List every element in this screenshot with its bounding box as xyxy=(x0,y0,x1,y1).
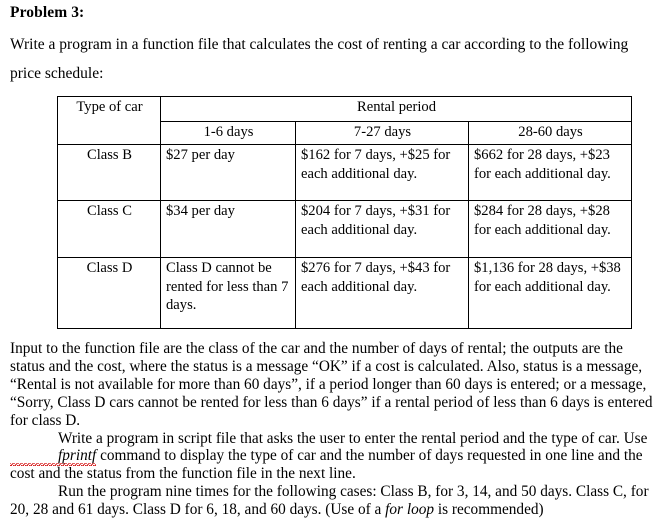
cell-class-d-type: Class D xyxy=(57,257,161,329)
cell-class-c-28-60-days: $284 for 28 days, +$28 for each addition… xyxy=(467,200,633,258)
body-text-block: Input to the function file are the class… xyxy=(10,340,655,519)
body-paragraph-2-part2: command to display the type of car and t… xyxy=(10,447,643,483)
table-subheader-28-60-days: 28-60 days xyxy=(467,121,633,145)
cell-class-b-28-60-days: $662 for 28 days, +$23 for each addition… xyxy=(467,144,633,201)
body-paragraph-3-part1: Run the program nine times for the follo… xyxy=(10,483,649,519)
table-subheader-7-27-days: 7-27 days xyxy=(295,121,469,145)
body-paragraph-2: Write a program in script file that asks… xyxy=(10,430,655,484)
cell-class-b-type: Class B xyxy=(57,144,161,201)
body-paragraph-2-part1: Write a program in script file that asks… xyxy=(58,429,648,447)
cell-class-b-7-27-days: $162 for 7 days, +$25 for each additiona… xyxy=(295,144,469,201)
table-header-row-main: Type of car Rental period xyxy=(57,96,633,145)
cell-class-c-7-27-days: $204 for 7 days, +$31 for each additiona… xyxy=(295,200,469,258)
document-page: Problem 3: Write a program in a function… xyxy=(0,4,662,532)
rental-price-table-wrapper: Type of car Rental period 1-6 days 7-27 … xyxy=(57,96,633,329)
table-header-type-of-car: Type of car xyxy=(57,96,161,145)
rental-price-table: Type of car Rental period 1-6 days 7-27 … xyxy=(57,96,633,329)
body-paragraph-3: Run the program nine times for the follo… xyxy=(10,483,655,519)
table-subheader-1-6-days: 1-6 days xyxy=(160,121,296,145)
body-paragraph-1: Input to the function file are the class… xyxy=(10,340,653,429)
intro-paragraph: Write a program in a function file that … xyxy=(10,36,629,82)
cell-class-c-type: Class C xyxy=(57,200,161,258)
table-row: Class B $27 per day $162 for 7 days, +$2… xyxy=(57,144,633,201)
cell-class-c-1-6-days: $34 per day xyxy=(160,200,296,258)
for-loop-italic-term: for loop xyxy=(385,501,435,519)
table-header-rental-period: Rental period xyxy=(159,96,633,122)
fprintf-misspelled-word: fprintf xyxy=(10,447,97,467)
page-title: Problem 3: xyxy=(10,4,85,21)
cell-class-d-28-60-days: $1,136 for 28 days, +$38 for each additi… xyxy=(467,257,633,329)
cell-class-b-1-6-days: $27 per day xyxy=(160,144,296,201)
cell-class-d-1-6-days: Class D cannot be rented for less than 7… xyxy=(160,257,296,329)
cell-class-d-7-27-days: $276 for 7 days, +$43 for each additiona… xyxy=(295,257,469,329)
table-row: Class C $34 per day $204 for 7 days, +$3… xyxy=(57,200,633,258)
table-row: Class D Class D cannot be rented for les… xyxy=(57,257,633,329)
body-paragraph-3-part2: is recommended) xyxy=(434,501,544,519)
